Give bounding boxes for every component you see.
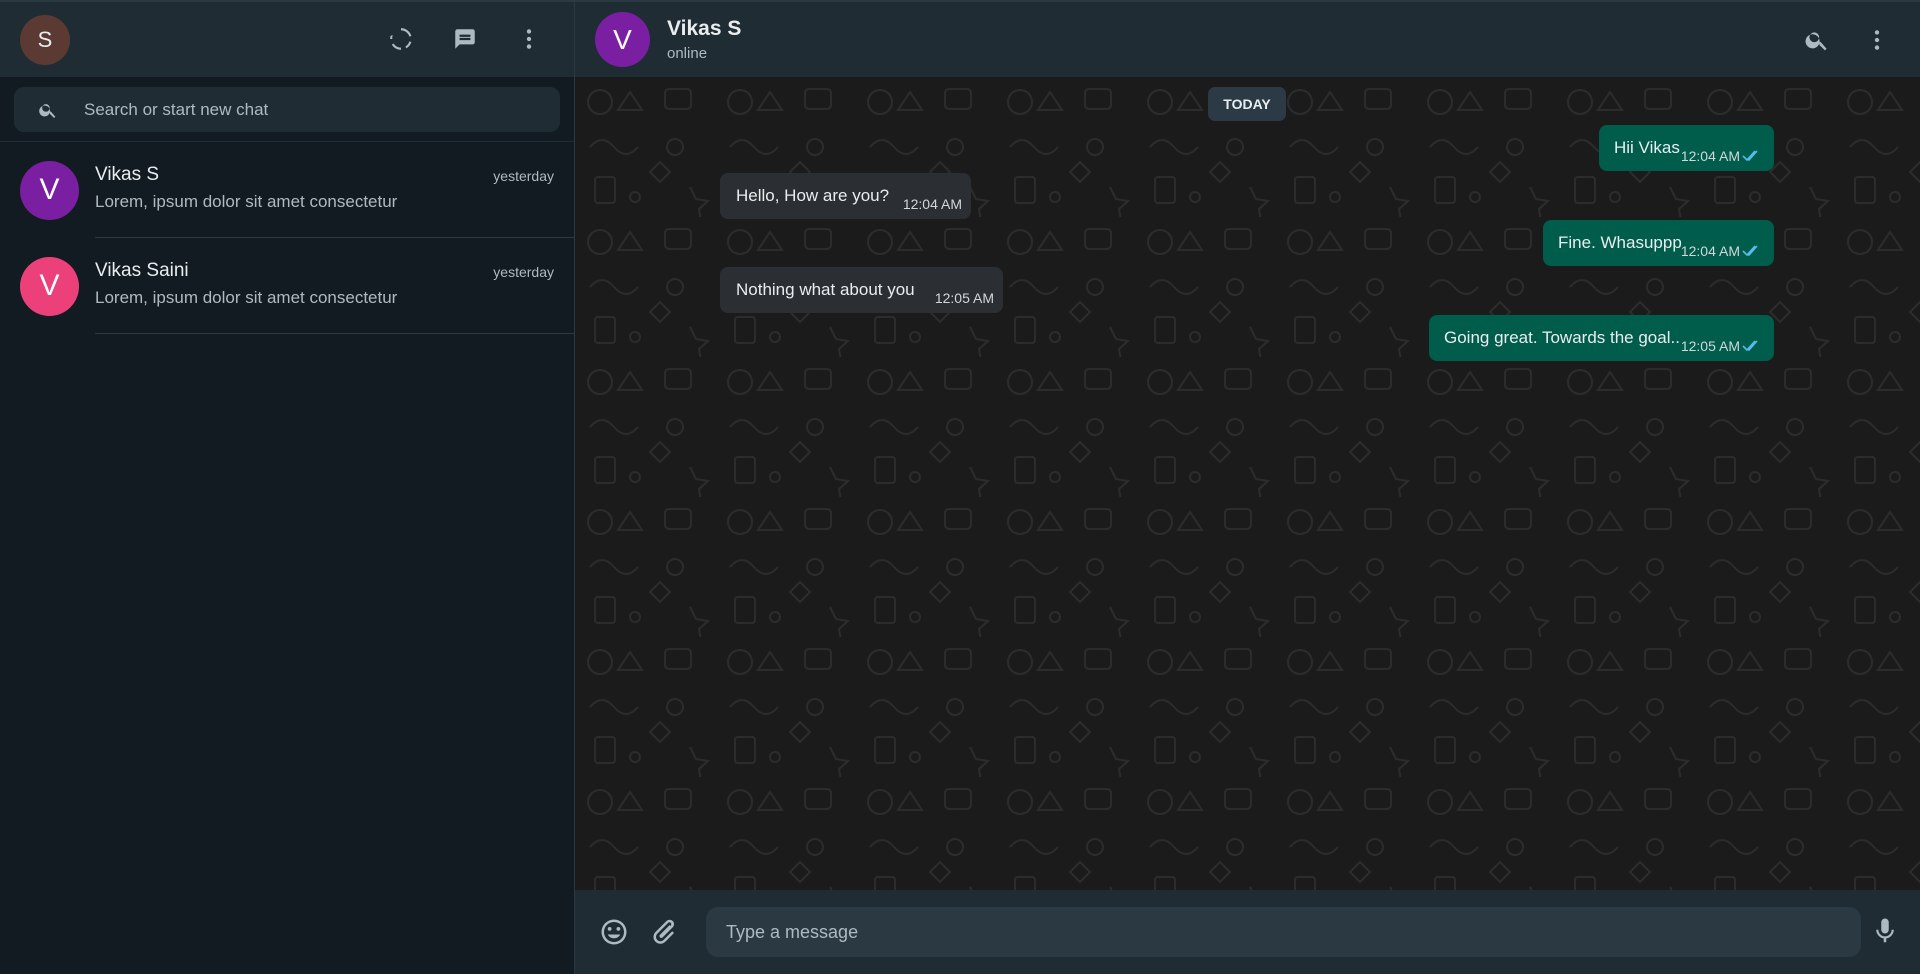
message-text: Fine. Whasuppp bbox=[1558, 233, 1682, 252]
message-incoming[interactable]: Hello, How are you? 12:04 AM bbox=[720, 173, 971, 219]
contact-status: online bbox=[667, 45, 708, 62]
composer-actions bbox=[599, 917, 679, 947]
message-text: Going great. Towards the goal.. bbox=[1444, 328, 1680, 347]
search-box bbox=[14, 87, 560, 132]
menu-icon[interactable] bbox=[514, 24, 544, 54]
conversation-header: V Vikas S online bbox=[575, 0, 1920, 77]
message-text: Nothing what about you bbox=[736, 280, 915, 299]
search-icon[interactable] bbox=[38, 100, 58, 120]
chat-info: Vikas Saini yesterday Lorem, ipsum dolor… bbox=[95, 238, 574, 334]
message-time: 12:05 AM bbox=[1680, 338, 1740, 354]
search-input[interactable] bbox=[84, 99, 524, 120]
chat-info: Vikas S yesterday Lorem, ipsum dolor sit… bbox=[95, 142, 574, 238]
message-incoming[interactable]: Nothing what about you 12:05 AM bbox=[720, 267, 1003, 313]
chat-list-item-vikas-s[interactable]: V Vikas S yesterday Lorem, ipsum dolor s… bbox=[0, 142, 574, 238]
conversation-actions bbox=[1802, 25, 1892, 55]
attach-icon[interactable] bbox=[649, 917, 679, 947]
message-text: Hii Vikas bbox=[1614, 138, 1680, 157]
chat-name: Vikas Saini bbox=[95, 260, 189, 281]
contact-avatar[interactable]: V bbox=[595, 12, 650, 67]
contact-name: Vikas S bbox=[667, 17, 742, 40]
mic-icon[interactable] bbox=[1870, 916, 1900, 946]
chat-preview: Lorem, ipsum dolor sit amet consectetur bbox=[95, 192, 398, 211]
chat-name: Vikas S bbox=[95, 164, 160, 185]
new-chat-icon[interactable] bbox=[450, 24, 480, 54]
sidebar: S V Vikas S bbox=[0, 0, 575, 974]
message-input[interactable] bbox=[706, 907, 1861, 957]
chat-list-item-vikas-saini[interactable]: V Vikas Saini yesterday Lorem, ipsum dol… bbox=[0, 238, 574, 334]
sidebar-actions bbox=[386, 24, 544, 54]
message-text: Hello, How are you? bbox=[736, 186, 890, 205]
double-check-icon bbox=[1742, 245, 1758, 257]
message-time: 12:05 AM bbox=[934, 290, 994, 306]
chat-time: yesterday bbox=[493, 264, 554, 280]
message-outgoing[interactable]: Hii Vikas 12:04 AM bbox=[1599, 125, 1774, 171]
message-time: 12:04 AM bbox=[1680, 243, 1740, 259]
whatsapp-app: S V Vikas S bbox=[0, 0, 1920, 974]
chat-list: V Vikas S yesterday Lorem, ipsum dolor s… bbox=[0, 142, 574, 334]
contact-title[interactable]: Vikas S online bbox=[667, 17, 741, 62]
message-area: TODAY Hii Vikas 12:04 AM Hello, How are … bbox=[575, 77, 1920, 890]
chat-preview: Lorem, ipsum dolor sit amet consectetur bbox=[95, 288, 398, 307]
date-chip: TODAY bbox=[1208, 87, 1286, 121]
double-check-icon bbox=[1742, 340, 1758, 352]
status-icon[interactable] bbox=[386, 24, 416, 54]
double-check-icon bbox=[1742, 150, 1758, 162]
message-time: 12:04 AM bbox=[1680, 148, 1740, 164]
sidebar-header: S bbox=[0, 0, 574, 77]
search-icon[interactable] bbox=[1802, 25, 1832, 55]
message-composer bbox=[575, 890, 1920, 974]
conversation-panel: V Vikas S online TODAY Hii Vikas 12:04 A… bbox=[575, 0, 1920, 974]
menu-icon[interactable] bbox=[1862, 25, 1892, 55]
search-bar bbox=[0, 77, 574, 142]
avatar: V bbox=[20, 160, 79, 220]
avatar: V bbox=[20, 256, 79, 316]
message-time: 12:04 AM bbox=[902, 196, 962, 212]
chat-time: yesterday bbox=[493, 168, 554, 184]
message-outgoing[interactable]: Going great. Towards the goal.. 12:05 AM bbox=[1429, 315, 1774, 361]
emoji-icon[interactable] bbox=[599, 917, 629, 947]
self-avatar[interactable]: S bbox=[20, 14, 70, 65]
message-outgoing[interactable]: Fine. Whasuppp 12:04 AM bbox=[1543, 220, 1774, 266]
